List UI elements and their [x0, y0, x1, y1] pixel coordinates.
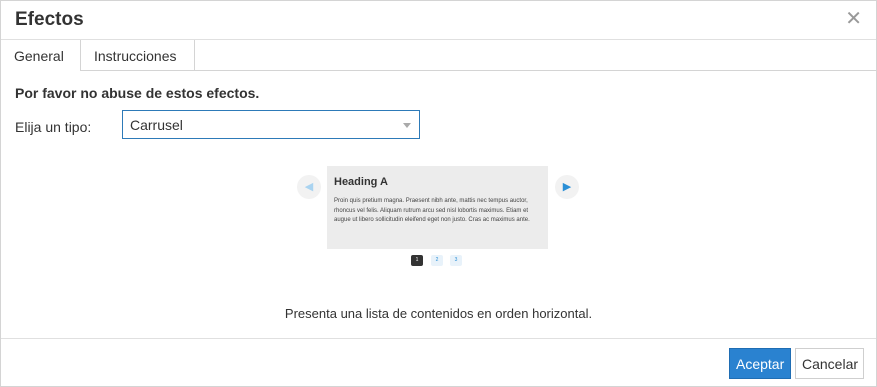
tab-instrucciones[interactable]: Instrucciones [81, 40, 195, 70]
effect-description: Presenta una lista de contenidos en orde… [284, 306, 593, 321]
tab-bar: General Instrucciones [1, 40, 876, 71]
tab-general[interactable]: General [1, 40, 81, 71]
dialog-titlebar: Efectos ✕ [1, 1, 876, 40]
warning-text: Por favor no abuse de estos efectos. [15, 85, 260, 101]
accept-button[interactable]: Aceptar [729, 348, 791, 379]
chevron-down-icon [403, 123, 411, 128]
close-icon[interactable]: ✕ [845, 9, 862, 29]
effects-dialog: Efectos ✕ General Instrucciones Por favo… [0, 0, 877, 387]
carousel-page-3[interactable]: 3 [450, 255, 462, 266]
carousel-page-2[interactable]: 2 [431, 255, 443, 266]
carousel-page-1[interactable]: 1 [411, 255, 423, 266]
cancel-button[interactable]: Cancelar [795, 348, 864, 379]
slide-heading: Heading A [334, 176, 388, 188]
dialog-title: Efectos [15, 9, 84, 30]
slide-body: Proin quis pretium magna. Praesent nibh … [334, 198, 530, 223]
type-label: Elija un tipo: [15, 119, 92, 135]
carousel-slide: Heading A Proin quis pretium magna. Prae… [327, 166, 548, 249]
type-select-value: Carrusel [130, 117, 183, 133]
type-select[interactable]: Carrusel [122, 110, 420, 139]
carousel-next-icon[interactable]: ▶ [555, 175, 579, 199]
carousel-prev-icon[interactable]: ◀ [297, 175, 321, 199]
dialog-footer: Aceptar Cancelar [1, 338, 876, 387]
